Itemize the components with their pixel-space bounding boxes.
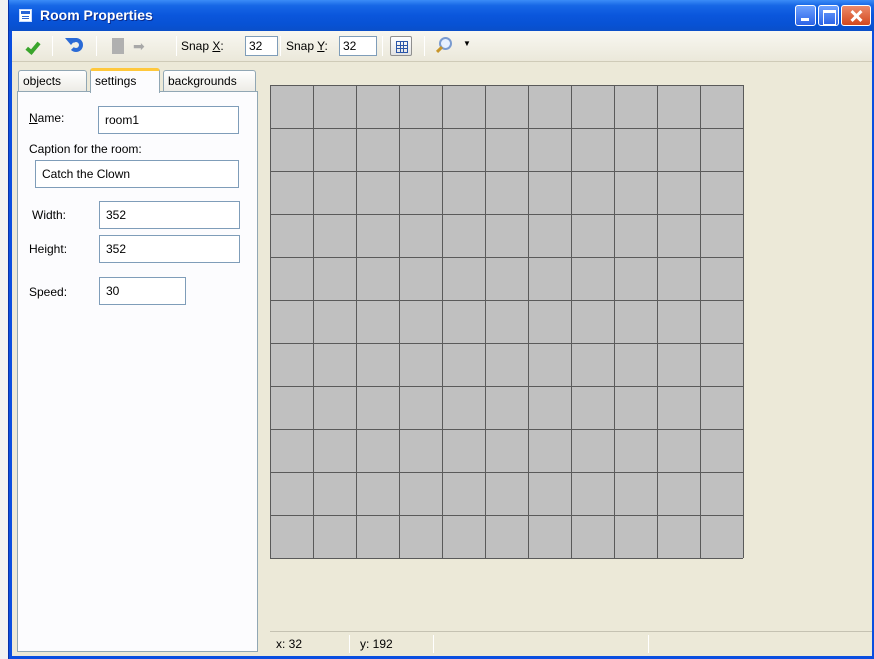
tab-objects[interactable]: objects	[18, 70, 87, 92]
room-caption-field[interactable]	[35, 160, 239, 188]
snap-y-label: Snap Y:	[286, 39, 328, 53]
title-bar[interactable]: Room Properties	[9, 0, 874, 31]
room-width-field[interactable]	[99, 201, 240, 229]
tab-backgrounds[interactable]: backgrounds	[163, 70, 256, 92]
minimize-button[interactable]	[795, 5, 816, 26]
toolbar-separator	[280, 36, 281, 56]
clear-room-icon[interactable]	[112, 38, 124, 54]
caption-label: Caption for the room:	[29, 142, 142, 156]
toolbar-separator	[52, 36, 53, 56]
zoom-icon[interactable]	[439, 37, 452, 50]
close-button[interactable]	[841, 5, 871, 26]
width-label: Width:	[32, 208, 67, 222]
snap-x-label: Snap X:	[181, 39, 224, 53]
window-title: Room Properties	[40, 7, 153, 23]
tab-strip: objects settings backgrounds	[18, 68, 258, 93]
height-label: Height:	[29, 242, 68, 256]
status-x-coordinate: x: 32	[276, 637, 303, 651]
room-name-field[interactable]	[98, 106, 239, 134]
window-client-area: ➡ Snap X: Snap Y: ▼ objects settings bac…	[12, 31, 872, 656]
name-label: Name:	[29, 111, 65, 125]
window-icon	[19, 9, 32, 22]
room-background[interactable]	[270, 85, 743, 558]
toolbar-separator	[176, 36, 177, 56]
room-canvas-area[interactable]	[270, 85, 872, 631]
shift-instances-arrow-icon[interactable]: ➡	[133, 39, 145, 53]
toolbar-separator	[424, 36, 425, 56]
snap-x-input[interactable]	[245, 36, 278, 56]
undo-icon[interactable]	[65, 38, 83, 52]
status-divider	[648, 635, 649, 653]
toolbar-separator	[96, 36, 97, 56]
snap-y-input[interactable]	[339, 36, 377, 56]
tab-settings[interactable]: settings	[90, 68, 160, 93]
status-bar: x: 32 y: 192	[270, 631, 872, 656]
room-height-field[interactable]	[99, 235, 240, 263]
zoom-dropdown-icon[interactable]: ▼	[463, 39, 471, 48]
left-panel: objects settings backgrounds Name: Capti…	[12, 62, 266, 656]
status-divider	[349, 635, 350, 653]
room-properties-window: Room Properties ➡ Snap X: Snap Y: ▼	[8, 0, 874, 659]
room-speed-field[interactable]	[99, 277, 186, 305]
status-divider	[433, 635, 434, 653]
maximize-button[interactable]	[818, 5, 839, 26]
status-y-coordinate: y: 192	[360, 637, 393, 651]
toolbar: ➡ Snap X: Snap Y: ▼	[12, 31, 872, 62]
room-grid[interactable]	[270, 85, 744, 559]
toolbar-separator	[382, 36, 383, 56]
settings-tab-page: Name: Caption for the room: Width: Heigh…	[17, 91, 258, 652]
confirm-check-icon[interactable]	[25, 39, 41, 55]
grid-toggle-icon[interactable]	[390, 36, 412, 56]
speed-label: Speed:	[29, 285, 68, 299]
